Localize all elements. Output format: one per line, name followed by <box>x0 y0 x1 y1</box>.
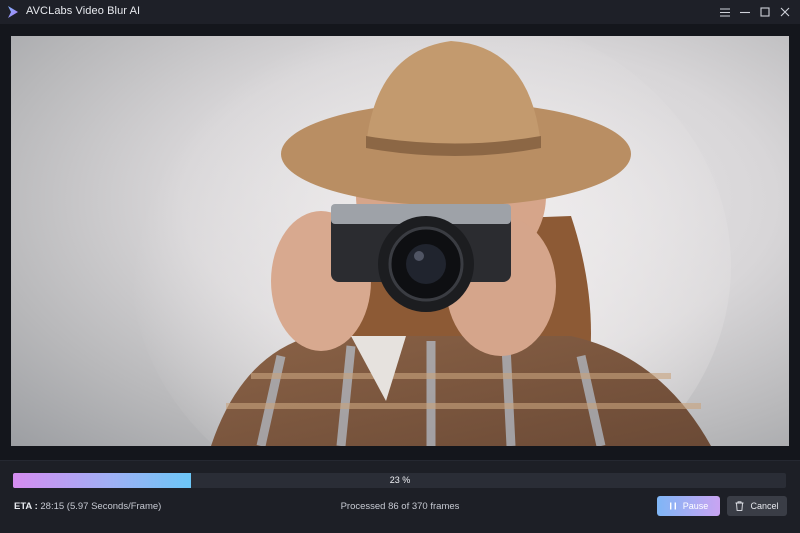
cancel-button[interactable]: Cancel <box>727 496 787 516</box>
maximize-icon[interactable] <box>757 4 773 20</box>
pause-button-label: Pause <box>682 501 709 511</box>
preview-photo-illustration <box>131 36 731 446</box>
app-title: AVCLabs Video Blur AI <box>26 5 141 17</box>
pause-button[interactable]: Pause <box>657 496 720 516</box>
pause-icon <box>669 502 676 510</box>
app-logo-icon <box>8 6 18 18</box>
progress-percent-label: 23 % <box>389 475 411 485</box>
minimize-icon[interactable] <box>737 4 753 20</box>
trash-icon <box>735 501 744 511</box>
cancel-button-label: Cancel <box>750 501 779 511</box>
video-preview <box>11 36 789 446</box>
close-icon[interactable] <box>777 4 793 20</box>
title-bar: AVCLabs Video Blur AI <box>0 0 800 24</box>
menu-icon[interactable] <box>717 4 733 20</box>
